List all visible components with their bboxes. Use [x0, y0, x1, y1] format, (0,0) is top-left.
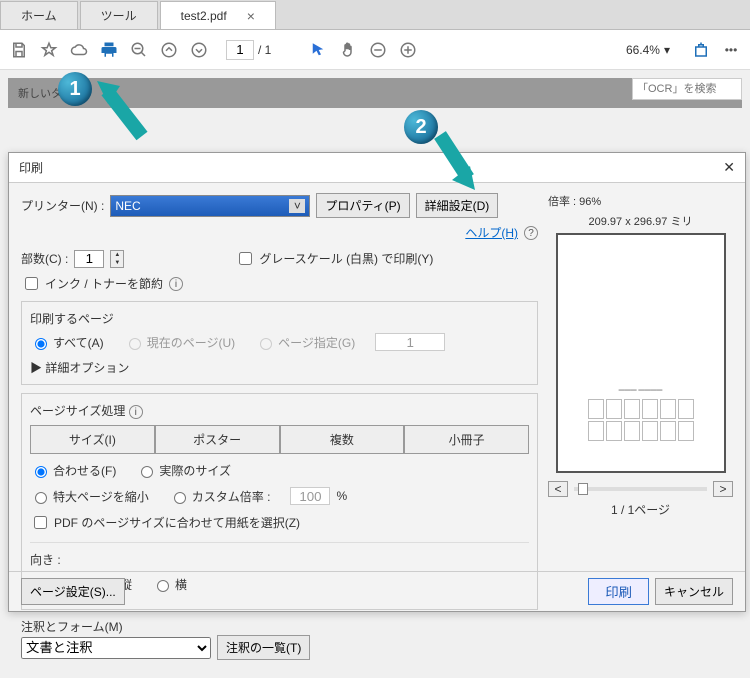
close-icon[interactable]: ✕	[723, 159, 735, 176]
actual-radio[interactable]: 実際のサイズ	[136, 462, 231, 479]
plus-icon[interactable]	[397, 39, 419, 61]
next-page-button[interactable]: >	[713, 481, 733, 497]
preview-page: ▬▬▬ ▬▬▬▬	[556, 233, 726, 473]
pointer-icon[interactable]	[307, 39, 329, 61]
pages-group-title: 印刷するページ	[30, 310, 529, 327]
save-ink-checkbox[interactable]: インク / トナーを節約	[21, 274, 163, 293]
print-icon[interactable]	[98, 39, 120, 61]
app-tabs: ホーム ツール test2.pdf ×	[0, 0, 750, 30]
zoom-value: 66.4%	[626, 43, 660, 57]
copies-stepper[interactable]: ▲▼	[110, 250, 124, 268]
info-icon[interactable]: i	[169, 277, 183, 291]
chevron-down-icon: ▾	[664, 43, 670, 57]
toolbar: / 1 66.4% ▾ •••	[0, 30, 750, 70]
annotations-list-button[interactable]: 注釈の一覧(T)	[217, 635, 310, 660]
pages-spec-radio[interactable]: ページ指定(G)	[255, 334, 355, 351]
copies-label: 部数(C) :	[21, 250, 68, 267]
pages-group: 印刷するページ すべて(A) 現在のページ(U) ページ指定(G) ▶ 詳細オプ…	[21, 301, 538, 385]
callout-2: 2	[404, 110, 438, 144]
paper-size-checkbox[interactable]: PDF のページサイズに合わせて用紙を選択(Z)	[30, 513, 529, 532]
zoom-out-icon[interactable]	[128, 39, 150, 61]
pages-advanced-toggle[interactable]: ▶ 詳細オプション	[30, 359, 529, 376]
tab-file-label: test2.pdf	[181, 9, 227, 23]
down-icon[interactable]	[188, 39, 210, 61]
size-tabs: サイズ(I) ポスター 複数 小冊子	[30, 425, 529, 454]
percent-label: %	[336, 489, 347, 503]
hand-icon[interactable]	[337, 39, 359, 61]
custom-scale-input[interactable]	[290, 487, 330, 505]
printer-value: NEC	[115, 199, 140, 213]
page-number: / 1	[226, 40, 271, 60]
pages-current-radio[interactable]: 現在のページ(U)	[124, 334, 235, 351]
info-icon[interactable]: i	[129, 405, 143, 419]
chevron-down-icon: ˅	[289, 199, 305, 213]
share-icon[interactable]	[690, 39, 712, 61]
save-icon[interactable]	[8, 39, 30, 61]
tab-poster[interactable]: ポスター	[155, 425, 280, 454]
shrink-radio[interactable]: 特大ページを縮小	[30, 488, 149, 505]
page-slider[interactable]	[574, 487, 707, 491]
custom-scale-radio[interactable]: カスタム倍率 :	[169, 488, 271, 505]
more-icon[interactable]: •••	[720, 39, 742, 61]
printer-select[interactable]: NEC ˅	[110, 195, 310, 217]
print-dialog: 印刷 ✕ プリンター(N) : NEC ˅ プロパティ(P) 詳細設定(D) ヘ…	[8, 152, 746, 612]
annotations-select[interactable]: 文書と注釈	[21, 637, 211, 659]
callout-1: 1	[58, 72, 92, 106]
pages-spec-input[interactable]	[375, 333, 445, 351]
close-icon[interactable]: ×	[247, 8, 255, 24]
star-icon[interactable]	[38, 39, 60, 61]
page-setup-button[interactable]: ページ設定(S)...	[21, 578, 125, 605]
pages-all-radio[interactable]: すべて(A)	[30, 334, 104, 351]
search-input[interactable]	[632, 78, 742, 100]
zoom-dropdown[interactable]: 66.4% ▾	[626, 43, 670, 57]
tab-booklet[interactable]: 小冊子	[404, 425, 529, 454]
arrow-1-icon	[92, 76, 152, 146]
properties-button[interactable]: プロパティ(P)	[316, 193, 409, 218]
up-icon[interactable]	[158, 39, 180, 61]
tab-file[interactable]: test2.pdf ×	[160, 1, 276, 29]
tab-tools[interactable]: ツール	[80, 1, 158, 29]
preview-dimensions: 209.97 x 296.97 ミリ	[548, 213, 733, 229]
size-group-title: ページサイズ処理 i	[30, 402, 529, 419]
prev-page-button[interactable]: <	[548, 481, 568, 497]
annotations-label: 注釈とフォーム(M)	[21, 618, 538, 635]
preview-scale: 倍率 : 96%	[548, 193, 733, 209]
tab-home[interactable]: ホーム	[0, 1, 78, 29]
cloud-icon[interactable]	[68, 39, 90, 61]
page-total: / 1	[258, 43, 271, 57]
fit-radio[interactable]: 合わせる(F)	[30, 462, 116, 479]
copies-input[interactable]	[74, 250, 104, 268]
print-button[interactable]: 印刷	[588, 578, 649, 605]
preview-page-count: 1 / 1ページ	[548, 501, 733, 518]
dialog-title: 印刷	[19, 159, 43, 176]
tab-size[interactable]: サイズ(I)	[30, 425, 155, 454]
cancel-button[interactable]: キャンセル	[655, 578, 733, 605]
minus-icon[interactable]	[367, 39, 389, 61]
printer-label: プリンター(N) :	[21, 197, 104, 214]
help-link[interactable]: ヘルプ(H)	[465, 224, 518, 241]
orientation-label: 向き :	[30, 551, 529, 568]
tab-multi[interactable]: 複数	[280, 425, 405, 454]
info-icon[interactable]: ?	[524, 226, 538, 240]
arrow-2-icon	[430, 130, 485, 200]
page-input[interactable]	[226, 40, 254, 60]
search-panel	[632, 78, 742, 100]
dialog-footer: ページ設定(S)... 印刷 キャンセル	[9, 571, 745, 611]
newtab-label: 新しいタ	[18, 85, 62, 101]
grayscale-checkbox[interactable]: グレースケール (白黒) で印刷(Y)	[235, 249, 433, 268]
dialog-titlebar: 印刷 ✕	[9, 153, 745, 183]
